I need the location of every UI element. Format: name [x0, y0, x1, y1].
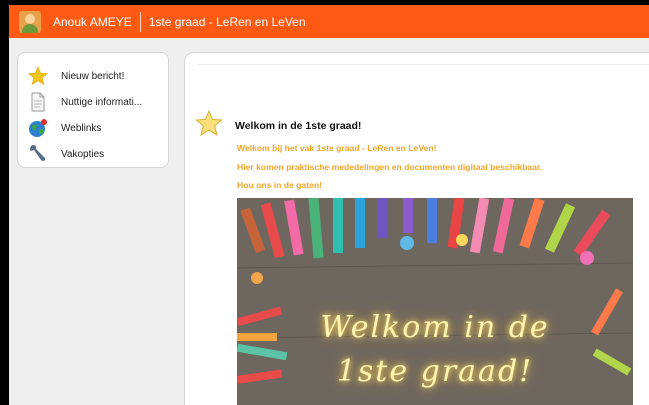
user-avatar[interactable]: [19, 10, 41, 33]
main-content: Welkom in de 1ste graad! Welkom bij het …: [184, 52, 649, 405]
sidebar-item-label: Nuttige informati...: [61, 96, 143, 108]
document-icon: [28, 92, 48, 112]
sidebar-item-nuttige-informatie[interactable]: Nuttige informati...: [18, 89, 168, 115]
star-icon: [28, 66, 48, 86]
sidebar-item-label: Weblinks: [61, 122, 102, 134]
star-icon: [195, 109, 223, 141]
sidebar-item-label: Vakopties: [61, 148, 105, 160]
sidebar-item-vakopties[interactable]: Vakopties: [18, 141, 168, 167]
welcome-banner-image: Welkom in de 1ste graad!: [237, 198, 633, 405]
sidebar-item-weblinks[interactable]: Weblinks: [18, 115, 168, 141]
header-divider: [139, 11, 141, 32]
user-name-link[interactable]: Anouk AMEYE: [53, 15, 132, 29]
sidebar-item-nieuw-bericht[interactable]: Nieuw bericht!: [18, 63, 168, 89]
top-bar: Anouk AMEYE 1ste graad - LeRen en LeVen: [9, 5, 649, 38]
follow-message: Hou ons in de gaten!: [237, 180, 322, 190]
sidebar-item-label: Nieuw bericht!: [61, 70, 125, 82]
globe-icon: [28, 118, 48, 138]
welcome-heading-row: Welkom in de 1ste graad!: [195, 109, 362, 141]
welcome-message: Welkom bij het vak 1ste graad - LeRen en…: [237, 143, 437, 153]
banner-text-line-2: 1ste graad!: [336, 354, 534, 389]
page-title: Welkom in de 1ste graad!: [235, 119, 362, 132]
content-divider: [197, 64, 649, 65]
sidebar-menu: Nieuw bericht! Nuttige informati... Webl…: [17, 52, 169, 168]
app-window: Anouk AMEYE 1ste graad - LeRen en LeVen …: [9, 5, 649, 405]
course-title-link[interactable]: 1ste graad - LeRen en LeVen: [149, 15, 306, 29]
banner-text-line-1: Welkom in de: [320, 310, 550, 345]
info-message: Hier komen praktische mededelingen en do…: [237, 162, 543, 172]
wrench-icon: [28, 144, 48, 164]
